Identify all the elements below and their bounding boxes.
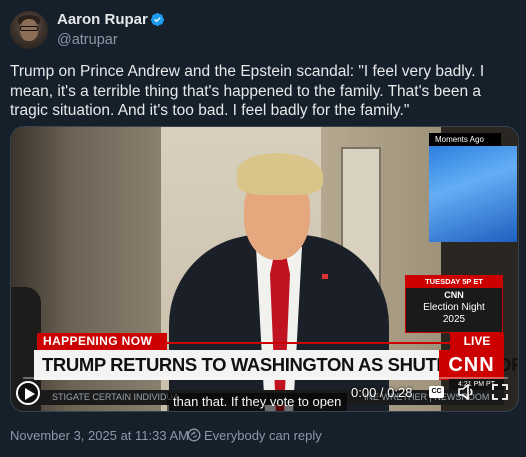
- happening-now-banner: HAPPENING NOW: [37, 333, 167, 350]
- author-handle[interactable]: @atrupar: [57, 32, 118, 48]
- volume-icon[interactable]: [458, 384, 476, 400]
- chyron-headline: TRUMP RETURNS TO WASHINGTON AS SHUTDOWN …: [34, 350, 518, 380]
- captions-icon[interactable]: CC: [429, 386, 444, 398]
- moments-ago-panel: [429, 146, 517, 242]
- avatar-glasses: [20, 26, 38, 31]
- video-time: 0:00 / 0:28: [351, 385, 413, 400]
- progress-bar[interactable]: [23, 377, 508, 379]
- promo-title-line-1: Election Night: [423, 302, 485, 313]
- avatar[interactable]: [10, 11, 48, 49]
- video-scene-flag-pin: [322, 274, 328, 279]
- tweet-timestamp[interactable]: November 3, 2025 at 11:33 AM: [10, 428, 189, 443]
- happening-now-rule: [167, 342, 452, 344]
- play-icon: [25, 388, 35, 400]
- moments-ago-label: Moments Ago: [429, 133, 501, 146]
- author-name[interactable]: Aaron Rupar: [57, 11, 148, 28]
- cnn-logo: CNN: [439, 350, 504, 380]
- closed-caption: than that. If they vote to open: [167, 393, 348, 411]
- tweet-text: Trump on Prince Andrew and the Epstein s…: [10, 63, 485, 119]
- promo-title-line-2: 2025: [442, 314, 466, 325]
- promo-top: TUESDAY 5P ET: [406, 276, 502, 288]
- live-badge: LIVE: [450, 333, 504, 350]
- fullscreen-icon[interactable]: [492, 384, 508, 400]
- play-button[interactable]: [16, 381, 40, 405]
- promo-title: Election Night 2025: [406, 302, 502, 326]
- reply-permission-icon: [187, 428, 201, 442]
- promo-logo: CNN: [444, 290, 464, 300]
- ticker-left: STIGATE CERTAIN INDIVIDUA: [52, 392, 180, 402]
- video-player[interactable]: Moments Ago TUESDAY 5P ET CNN Election N…: [10, 126, 519, 412]
- video-scene-hair: [237, 153, 323, 195]
- verified-icon: [150, 12, 165, 27]
- election-promo: TUESDAY 5P ET CNN Election Night 2025: [405, 275, 503, 333]
- reply-permission-text: Everybody can reply: [204, 428, 322, 443]
